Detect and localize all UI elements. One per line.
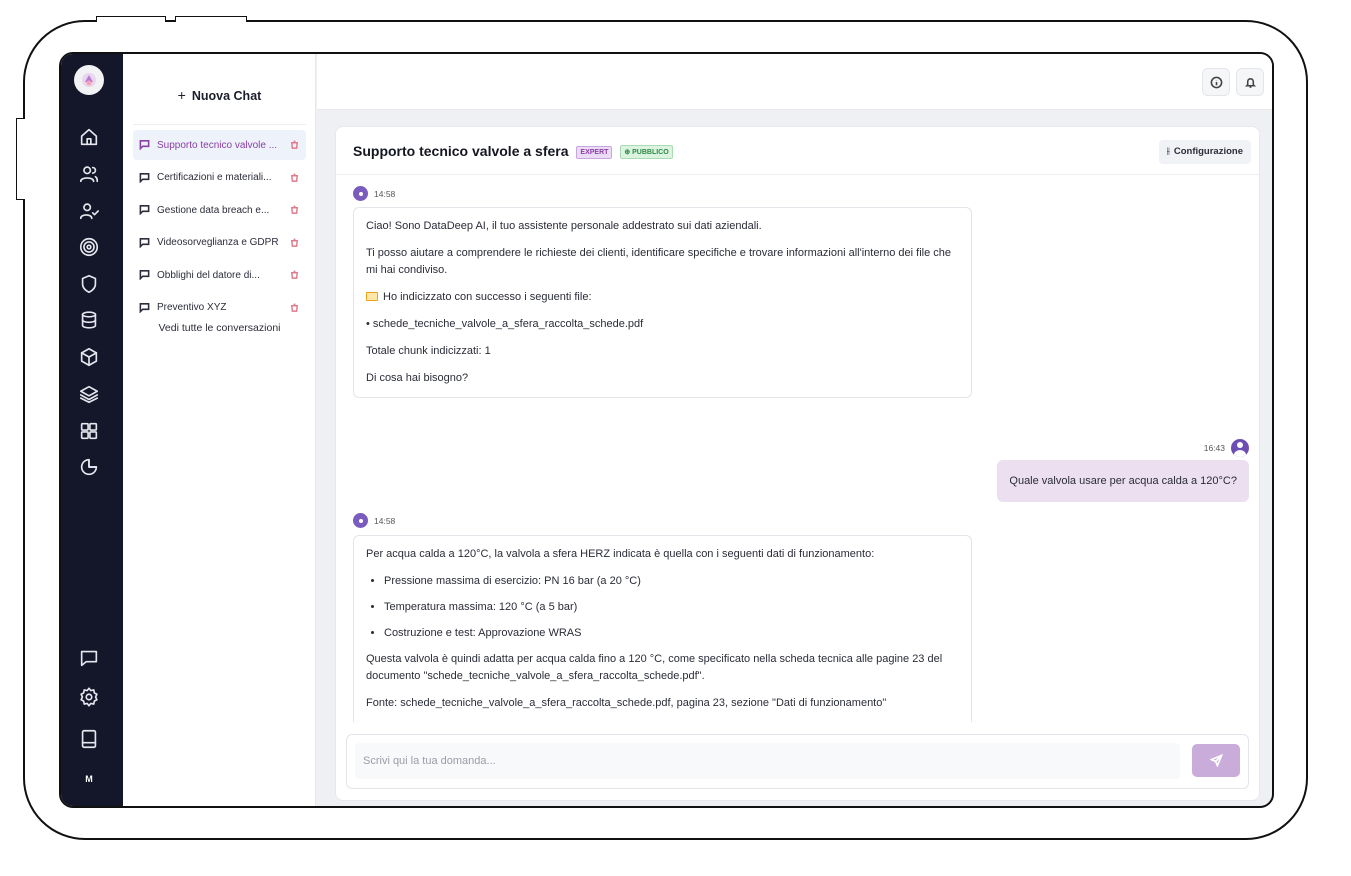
conversation-item[interactable]: Supporto tecnico valvole ... (133, 130, 306, 160)
configuration-label: Configurazione (1173, 146, 1243, 157)
notifications-button[interactable] (1236, 68, 1264, 96)
bot-message-meta: 14:58 (353, 186, 395, 201)
bullet-list: Pressione massima di esercizio: PN 16 ba… (384, 573, 959, 642)
indexed-files-heading: Ho indicizzato con successo i seguenti f… (383, 291, 592, 304)
layers-icon[interactable] (78, 383, 100, 405)
conversation-item[interactable]: Certificazioni e materiali... (133, 163, 306, 193)
device-button-side (16, 118, 25, 200)
trash-icon[interactable] (290, 303, 300, 313)
message-time: 16:43 (1203, 443, 1225, 453)
trash-icon[interactable] (290, 205, 300, 215)
chat-title-text: Supporto tecnico valvole a sfera (353, 143, 569, 159)
device-button-top-1 (96, 16, 166, 22)
composer (346, 734, 1249, 789)
conversation-label: Supporto tecnico valvole ... (157, 139, 278, 151)
user-avatar-icon (1231, 439, 1249, 457)
top-bar (317, 54, 1272, 110)
user-check-icon[interactable] (78, 200, 100, 222)
app-screen: M + Nuova Chat Supporto tecnico valvole .… (59, 52, 1274, 808)
chat-bubble-icon (139, 237, 151, 249)
bell-icon (1244, 77, 1256, 88)
chat-icon[interactable] (78, 647, 100, 669)
conversation-item[interactable]: Gestione data breach e... (133, 195, 306, 225)
shield-icon[interactable] (78, 273, 100, 295)
new-chat-label: Nuova Chat (191, 89, 262, 103)
grid-icon[interactable] (78, 420, 100, 442)
conversation-label: Certificazioni e materiali... (157, 172, 272, 183)
message-list[interactable]: 14:58 Ciao! Sono DataDeep AI, il tuo ass… (336, 176, 1259, 722)
sliders-icon: ⫲ (1166, 146, 1170, 157)
message-text: Per acqua calda a 120°C, la valvola a sf… (366, 548, 875, 560)
see-all-conversations-link[interactable]: Vedi tutte le conversazioni (133, 322, 306, 334)
message-text: Questa valvola è quindi adatta per acqua… (366, 653, 943, 683)
conversation-list: Supporto tecnico valvole ... Certificazi… (133, 130, 306, 325)
device-button-top-2 (175, 16, 247, 22)
message-text: Fonte: schede_tecniche_valvole_a_sfera_r… (366, 697, 887, 710)
chat-title: Supporto tecnico valvole a sfera EXPERT … (353, 143, 673, 159)
chat-bubble-icon (139, 269, 151, 281)
chat-header: Supporto tecnico valvole a sfera EXPERT … (336, 127, 1259, 175)
message-text: Ciao! Sono DataDeep AI, il tuo assistent… (366, 220, 762, 232)
list-item: Temperatura massima: 120 °C (a 5 bar) (384, 599, 959, 616)
chat-bubble-icon (139, 139, 151, 151)
info-button[interactable] (1202, 68, 1230, 96)
message-time: 14:58 (374, 188, 396, 199)
expert-badge: EXPERT (576, 146, 613, 159)
box-icon[interactable] (78, 346, 100, 368)
home-icon[interactable] (78, 126, 100, 148)
pie-chart-icon[interactable] (78, 456, 100, 478)
message-text: Totale chunk indicizzati: 1 (366, 345, 491, 358)
conversation-item[interactable]: Obblighi del datore di... (133, 260, 306, 290)
bot-avatar (353, 513, 368, 528)
bot-avatar (353, 186, 368, 201)
list-item: Costruzione e test: Approvazione WRAS (384, 625, 959, 642)
bot-message: Per acqua calda a 120°C, la valvola a sf… (353, 535, 972, 722)
public-badge: ⊕ PUBBLICO (620, 145, 673, 159)
send-icon (1209, 754, 1223, 767)
bot-message-meta: 14:58 (353, 513, 395, 528)
message-text: Ti posso aiutare a comprendere le richie… (366, 247, 951, 277)
bot-message: Ciao! Sono DataDeep AI, il tuo assistent… (353, 207, 972, 399)
trash-icon[interactable] (290, 270, 300, 280)
conversation-sidebar: + Nuova Chat Supporto tecnico valvole ...… (123, 54, 316, 806)
trash-icon[interactable] (290, 173, 300, 183)
user-message: Quale valvola usare per acqua calda a 12… (997, 460, 1249, 502)
plus-icon: + (177, 87, 186, 103)
chat-bubble-icon (139, 172, 151, 184)
database-icon[interactable] (78, 309, 100, 331)
conversation-label: Videosorveglianza e GDPR (157, 237, 279, 248)
new-chat-button[interactable]: + Nuova Chat (133, 77, 306, 113)
list-item: Pressione massima di esercizio: PN 16 ba… (384, 573, 959, 590)
message-text: • schede_tecniche_valvole_a_sfera_raccol… (366, 318, 644, 331)
trash-icon[interactable] (290, 140, 300, 150)
icon-rail: M (61, 54, 123, 806)
conversation-label: Preventivo XYZ (157, 302, 227, 313)
chat-bubble-icon (139, 302, 151, 314)
app-logo[interactable] (74, 65, 104, 95)
sidebar-divider (133, 124, 306, 125)
target-icon[interactable] (78, 236, 100, 258)
user-avatar-initial[interactable]: M (80, 770, 98, 788)
conversation-item[interactable]: Videosorveglianza e GDPR (133, 228, 306, 258)
settings-icon[interactable] (78, 686, 100, 708)
configuration-button[interactable]: ⫲ Configurazione (1158, 140, 1251, 164)
trash-icon[interactable] (290, 238, 300, 248)
info-icon (1210, 76, 1222, 88)
send-button[interactable] (1192, 744, 1240, 777)
conversation-label: Gestione data breach e... (157, 204, 270, 216)
message-text: Ho indicizzato con successo i seguenti f… (366, 289, 959, 306)
tablet-icon[interactable] (78, 728, 100, 750)
users-icon[interactable] (78, 163, 100, 185)
user-message-meta: 16:43 (1204, 439, 1249, 457)
question-input[interactable] (355, 743, 1180, 779)
chat-bubble-icon (139, 204, 151, 216)
conversation-label: Obblighi del datore di... (157, 269, 260, 281)
message-time: 14:58 (374, 515, 396, 526)
conversation-item[interactable]: Preventivo XYZ (133, 293, 306, 323)
chat-panel: Supporto tecnico valvole a sfera EXPERT … (335, 126, 1260, 801)
message-text: Di cosa hai bisogno? (366, 372, 469, 385)
folder-icon (366, 292, 378, 302)
